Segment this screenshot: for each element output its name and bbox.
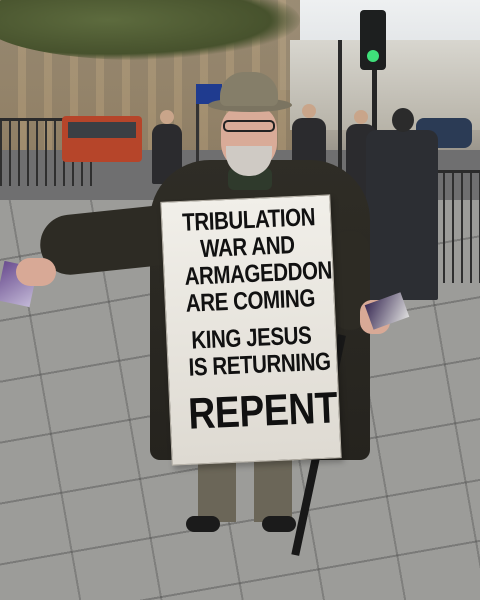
sign-line: IS RETURNING [188,347,332,382]
pedestrian-head [302,104,316,118]
left-hand [16,258,56,286]
hat-icon [220,72,278,106]
pedestrian-head [354,110,368,124]
sandwich-board-sign: TRIBULATION WAR AND ARMAGEDDON ARE COMIN… [160,194,342,466]
sign-headline: REPENT [187,383,339,439]
pedestrian-head [392,108,414,132]
glasses-icon [223,120,275,132]
pedestrian-head [160,110,174,124]
sign-line: ARE COMING [185,284,316,318]
street-pole [338,40,342,170]
traffic-light [360,10,386,70]
left-shoe [186,516,220,532]
street-photo: TRIBULATION WAR AND ARMAGEDDON ARE COMIN… [0,0,480,600]
pedestrian [366,130,438,300]
green-light-icon [367,50,379,62]
vehicle-window [68,122,136,138]
right-shoe [262,516,296,532]
red-vehicle [62,116,142,162]
